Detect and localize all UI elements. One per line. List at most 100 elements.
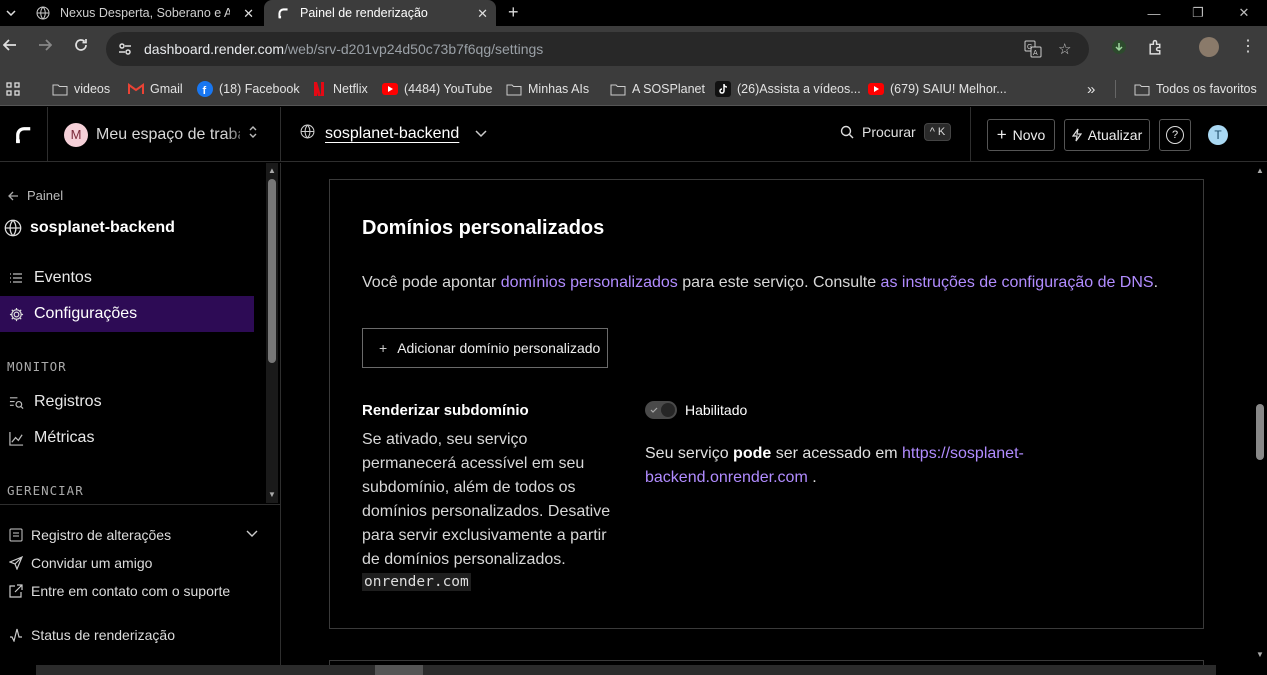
site-info-icon[interactable]	[114, 38, 136, 60]
sidebar-render-status[interactable]: Status de renderização	[8, 627, 175, 643]
scroll-down-icon[interactable]: ▼	[268, 490, 276, 499]
custom-domains-link[interactable]: domínios personalizados	[501, 274, 678, 291]
custom-domains-card: Domínios personalizados Você pode aponta…	[329, 179, 1204, 629]
bookmark-sosplanet[interactable]: A SOSPlanet	[610, 79, 705, 99]
sidebar-contact-support[interactable]: Entre em contato com o suporte	[8, 583, 230, 599]
logs-icon	[8, 394, 24, 410]
workspace-avatar: M	[64, 122, 88, 147]
new-button[interactable]: + Novo	[987, 119, 1055, 151]
add-custom-domain-button[interactable]: + Adicionar domínio personalizado	[362, 328, 608, 368]
download-icon[interactable]	[1111, 39, 1127, 60]
search-button[interactable]: Procurar ^ K	[840, 123, 952, 141]
chevron-down-icon	[246, 530, 258, 538]
scroll-up-icon[interactable]: ▲	[268, 166, 276, 175]
upgrade-button[interactable]: Atualizar	[1064, 119, 1150, 151]
translate-icon[interactable]: GA	[1024, 40, 1042, 62]
netflix-icon	[311, 81, 327, 97]
youtube-icon	[382, 81, 398, 97]
folder-icon	[506, 81, 522, 97]
apps-grid-icon[interactable]	[6, 79, 20, 99]
sidebar-item-configuracoes[interactable]: Configurações	[0, 296, 254, 332]
close-tab-icon[interactable]: ✕	[243, 6, 254, 22]
scrollbar-thumb[interactable]	[1256, 404, 1264, 460]
sidebar-changelog[interactable]: Registro de alterações	[8, 527, 258, 543]
main-content: Domínios personalizados Você pode aponta…	[281, 163, 1267, 675]
search-icon	[840, 125, 854, 139]
service-switcher[interactable]: sosplanet-backend	[300, 124, 487, 144]
close-window-icon[interactable]: ✕	[1224, 0, 1264, 26]
arrow-left-icon	[8, 191, 19, 201]
workspace-switcher[interactable]: M Meu espaço de trabalho	[48, 107, 281, 162]
browser-tab-render[interactable]: Painel de renderização ✕	[264, 0, 496, 26]
folder-icon	[52, 81, 68, 97]
bookmark-youtube-2[interactable]: (679) SAIU! Melhor...	[868, 79, 1007, 99]
taskbar-active-app[interactable]	[375, 665, 423, 675]
close-tab-icon[interactable]: ✕	[477, 6, 488, 22]
globe-icon	[300, 124, 315, 144]
bookmark-facebook[interactable]: f (18) Facebook	[197, 79, 300, 99]
reload-icon[interactable]	[71, 38, 91, 57]
profile-avatar[interactable]	[1199, 37, 1219, 57]
bookmark-videos[interactable]: videos	[52, 79, 110, 99]
help-button[interactable]: ?	[1159, 119, 1191, 151]
custom-domains-title: Domínios personalizados	[362, 217, 605, 239]
main-scrollbar[interactable]: ▲ ▼	[1253, 163, 1267, 663]
keyboard-shortcut: ^ K	[923, 123, 952, 141]
service-name: sosplanet-backend	[325, 125, 460, 142]
all-favorites[interactable]: Todos os favoritos	[1134, 79, 1257, 99]
browser-tab-nexus[interactable]: Nexus Desperta, Soberano e Au ✕	[24, 0, 262, 26]
bookmark-tiktok[interactable]: (26)Assista a vídeos...	[715, 79, 861, 99]
bookmark-netflix[interactable]: Netflix	[311, 79, 368, 99]
sidebar-item-registros[interactable]: Registros	[0, 384, 254, 420]
sidebar-divider	[0, 504, 280, 505]
back-to-dashboard-link[interactable]: Painel	[8, 188, 63, 203]
sidebar-service-title: sosplanet-backend	[4, 219, 175, 237]
lightning-icon	[1071, 128, 1082, 142]
tab-title: Painel de renderização	[300, 6, 428, 20]
toggle-label: Habilitado	[685, 402, 748, 418]
toggle-knob	[661, 403, 675, 417]
forward-arrow-icon[interactable]	[35, 38, 55, 57]
bookmark-youtube[interactable]: (4484) YouTube	[382, 79, 493, 99]
render-favicon-icon	[276, 6, 290, 20]
tab-search-chevron-icon[interactable]	[0, 0, 22, 26]
metrics-icon	[8, 430, 24, 446]
list-icon	[8, 270, 24, 286]
minimize-icon[interactable]: —	[1134, 0, 1174, 26]
render-logo-icon[interactable]	[0, 107, 48, 162]
header-divider	[970, 107, 971, 162]
section-monitor: MONITOR	[7, 359, 67, 374]
help-icon: ?	[1166, 126, 1184, 144]
sidebar-item-eventos[interactable]: Eventos	[0, 260, 254, 296]
render-subdomain-description: Se ativado, seu serviço permanecerá aces…	[362, 431, 611, 568]
svg-text:G: G	[1027, 44, 1032, 51]
sidebar-item-metricas[interactable]: Métricas	[0, 420, 254, 456]
user-avatar[interactable]: T	[1208, 125, 1228, 145]
send-icon	[8, 555, 24, 571]
new-tab-icon[interactable]: +	[508, 2, 519, 23]
bookmark-star-icon[interactable]: ☆	[1058, 40, 1071, 58]
scroll-down-icon[interactable]: ▼	[1256, 650, 1264, 659]
back-arrow-icon[interactable]	[0, 38, 20, 57]
subdomain-toggle[interactable]	[645, 401, 677, 419]
address-bar[interactable]: dashboard.render.com/web/srv-d201vp24d50…	[106, 32, 1089, 66]
sidebar-scrollbar[interactable]: ▲ ▼	[266, 163, 278, 503]
browser-menu-icon[interactable]: ⋮	[1240, 36, 1256, 56]
sidebar: Painel sosplanet-backend Eventos Configu…	[0, 163, 281, 675]
tiktok-icon	[715, 81, 731, 97]
render-subdomain-title: Renderizar subdomínio	[362, 402, 529, 419]
changelog-icon	[8, 527, 24, 543]
external-link-icon	[8, 583, 24, 599]
dns-instructions-link[interactable]: as instruções de configuração de DNS	[881, 274, 1154, 291]
sidebar-invite-friend[interactable]: Convidar um amigo	[8, 555, 152, 571]
extensions-icon[interactable]	[1147, 39, 1164, 61]
bookmarks-bar: videos Gmail f (18) Facebook Netflix (44…	[0, 72, 1267, 106]
check-icon	[650, 407, 658, 413]
scrollbar-thumb[interactable]	[268, 179, 276, 363]
restore-icon[interactable]: ❐	[1178, 0, 1218, 26]
more-bookmarks-button[interactable]: »	[1087, 79, 1095, 99]
bookmark-gmail[interactable]: Gmail	[128, 79, 183, 99]
scroll-up-icon[interactable]: ▲	[1256, 166, 1264, 175]
bookmarks-divider	[1115, 80, 1116, 98]
bookmark-minhas-ais[interactable]: Minhas AIs	[506, 79, 589, 99]
